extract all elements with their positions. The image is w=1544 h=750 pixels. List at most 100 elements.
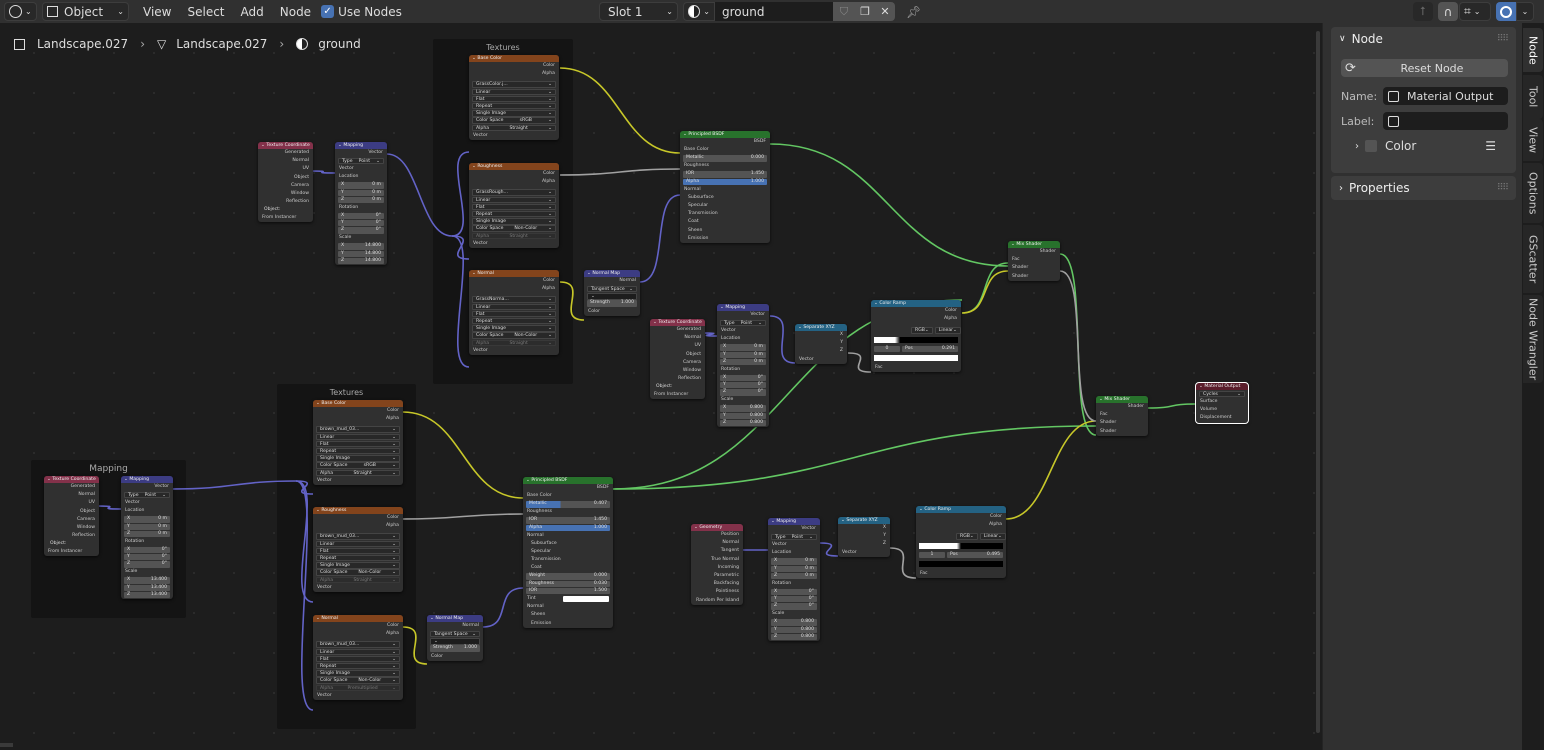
- value-field[interactable]: Y 0 m: [338, 189, 384, 196]
- image-selector[interactable]: brown_mud_03... ⌄: [316, 641, 400, 648]
- tab-gscatter[interactable]: GScatter: [1523, 225, 1543, 293]
- mapping-node[interactable]: ⌄ Mapping Vector Type Point ⌄ Vector Location X…: [335, 142, 387, 265]
- node-header[interactable]: ⌄ Normal Map: [427, 615, 483, 622]
- reset-node-button[interactable]: ⟳ Reset Node: [1341, 59, 1508, 77]
- stop-position-field[interactable]: Pos 0.495: [947, 551, 1003, 559]
- node-header[interactable]: ⌄ Separate XYZ: [795, 324, 847, 331]
- color-mode-dropdown[interactable]: RGB ⌄: [956, 533, 978, 540]
- interpolation-dropdown[interactable]: Linear ⌄: [979, 533, 1006, 540]
- panel-toggle[interactable]: Emission: [523, 620, 613, 628]
- color-mode-dropdown[interactable]: RGB ⌄: [911, 327, 933, 334]
- value-field[interactable]: X 0 m: [124, 516, 170, 523]
- node-header[interactable]: ⌄ Geometry: [691, 524, 743, 531]
- panel-toggle[interactable]: Coat: [680, 218, 770, 226]
- value-field[interactable]: Y 0°: [771, 596, 817, 603]
- color-ramp-gradient[interactable]: [874, 336, 958, 343]
- duplicate-material-button[interactable]: ❐: [855, 2, 875, 21]
- alpha-mode-dropdown[interactable]: Alpha Straight ⌄: [472, 232, 556, 239]
- node-link[interactable]: [769, 143, 1009, 267]
- panel-toggle[interactable]: Sheen: [680, 227, 770, 235]
- node-header[interactable]: ⌄ Base Color: [469, 55, 559, 62]
- node-header[interactable]: ⌄ Roughness: [469, 163, 559, 170]
- ior-field[interactable]: IOR 1.450: [526, 517, 610, 524]
- geometry-node[interactable]: ⌄ Geometry Position Normal Tangent True Norm…: [691, 524, 743, 605]
- node-header[interactable]: ⌄ Color Ramp: [916, 506, 1006, 513]
- from-instancer-checkbox[interactable]: From Instancer: [44, 548, 99, 556]
- ext-dropdown[interactable]: Repeat ⌄: [472, 210, 556, 218]
- color-space-dropdown[interactable]: Color Space Non-Color ⌄: [316, 569, 400, 576]
- stop-position-field[interactable]: Pos 0.291: [902, 345, 958, 353]
- coat-roughness-field[interactable]: Roughness 0.030: [526, 580, 610, 588]
- value-field[interactable]: Y 0.800: [771, 626, 817, 634]
- tab-node[interactable]: Node: [1523, 28, 1543, 72]
- image-selector[interactable]: GrassNorma... ⌄: [472, 296, 556, 303]
- slot-selector[interactable]: Slot 1 ⌄: [599, 2, 678, 21]
- value-field[interactable]: Y 0 m: [720, 351, 766, 358]
- interpolation-dropdown[interactable]: Linear ⌄: [934, 327, 961, 334]
- drag-handle-icon[interactable]: ⠿⠿: [1497, 183, 1509, 193]
- tab-options[interactable]: Options: [1523, 163, 1543, 223]
- tab-node-wrangler[interactable]: Node Wrangler: [1523, 295, 1543, 383]
- mode-selector[interactable]: Object ⌄: [42, 2, 129, 21]
- unlink-material-button[interactable]: ✕: [875, 2, 895, 21]
- image-texture-node[interactable]: ⌄ Base Color Color Alpha brown_mud_03... ⌄ Li…: [313, 400, 403, 485]
- image-selector[interactable]: GrassRough... ⌄: [472, 189, 556, 196]
- proj-dropdown[interactable]: Flat ⌄: [472, 95, 556, 103]
- mix-shader-node[interactable]: ⌄ Mix Shader Shader Fac Shader Shader: [1008, 241, 1060, 281]
- node-header[interactable]: ⌄ Mix Shader: [1008, 241, 1060, 248]
- stop-color-swatch[interactable]: [874, 355, 958, 362]
- node-header[interactable]: ⌄ Separate XYZ: [838, 517, 890, 524]
- uv-map-field[interactable]: ⌄: [587, 293, 637, 300]
- node-link[interactable]: [559, 168, 681, 176]
- panel-toggle[interactable]: Sheen: [523, 611, 613, 619]
- ior-field[interactable]: IOR 1.450: [683, 171, 767, 178]
- mapping-node[interactable]: ⌄ Mapping Vector Type Point ⌄ Vector Location X…: [121, 476, 173, 599]
- editor-type-selector[interactable]: ⌄: [4, 2, 37, 21]
- value-field[interactable]: Z 14.800: [338, 257, 384, 265]
- color-ramp-node[interactable]: ⌄ Color Ramp Color Alpha RGB ⌄ Linear ⌄ 0 Pos 0.2…: [871, 300, 961, 373]
- principled-bsdf-node[interactable]: ⌄ Principled BSDF BSDF Base Color Metallic 0…: [523, 477, 613, 628]
- ext-dropdown[interactable]: Repeat ⌄: [316, 662, 400, 670]
- interp-dropdown[interactable]: Linear ⌄: [316, 540, 400, 547]
- value-field[interactable]: X 0°: [338, 212, 384, 220]
- separate-xyz-node[interactable]: ⌄ Separate XYZ X Y Z Vector: [795, 324, 847, 364]
- node-header[interactable]: ⌄ Mix Shader: [1096, 396, 1148, 403]
- image-texture-node[interactable]: ⌄ Normal Color Alpha brown_mud_03... ⌄ Linear…: [313, 615, 403, 700]
- separate-xyz-node[interactable]: ⌄ Separate XYZ X Y Z Vector: [838, 517, 890, 557]
- proj-dropdown[interactable]: Flat ⌄: [472, 310, 556, 318]
- menu-view[interactable]: View: [135, 5, 179, 19]
- node-link[interactable]: [309, 170, 336, 174]
- node-name-field[interactable]: Material Output: [1383, 87, 1508, 105]
- node-header[interactable]: ⌄ Normal Map: [584, 270, 640, 277]
- node-link[interactable]: [889, 547, 917, 579]
- value-field[interactable]: X 0.800: [771, 619, 817, 626]
- node-link[interactable]: [1059, 253, 1097, 436]
- proj-dropdown[interactable]: Flat ⌄: [316, 655, 400, 663]
- panel-toggle[interactable]: Emission: [680, 235, 770, 243]
- node-link[interactable]: [612, 425, 1097, 490]
- value-field[interactable]: Y 0 m: [771, 565, 817, 572]
- value-field[interactable]: Z 13.400: [124, 591, 170, 599]
- node-link[interactable]: [961, 270, 1009, 314]
- node-link[interactable]: [769, 315, 796, 364]
- color-space-dropdown[interactable]: Color Space Non-Color ⌄: [316, 677, 400, 684]
- value-field[interactable]: Z 0°: [771, 603, 817, 610]
- node-header[interactable]: ⌄ Texture Coordinate: [650, 319, 705, 326]
- strength-field[interactable]: Strength 1.000: [587, 300, 637, 307]
- coat-ior-field[interactable]: IOR 1.500: [526, 587, 610, 595]
- node-link[interactable]: [702, 332, 718, 337]
- interp-dropdown[interactable]: Linear ⌄: [472, 303, 556, 310]
- object-field[interactable]: Object:: [653, 384, 702, 390]
- list-menu-icon[interactable]: ☰: [1485, 139, 1496, 153]
- color-space-dropdown[interactable]: Color Space sRGB ⌄: [316, 462, 400, 469]
- node-header[interactable]: ⌄ Texture Coordinate: [44, 476, 99, 483]
- stop-index-field[interactable]: 1: [919, 551, 945, 559]
- node-header[interactable]: ⌄ Mapping: [335, 142, 387, 149]
- node-link[interactable]: [1147, 403, 1197, 409]
- image-selector[interactable]: brown_mud_03... ⌄: [316, 426, 400, 433]
- node-link[interactable]: [1059, 270, 1097, 422]
- mapping-node[interactable]: ⌄ Mapping Vector Type Point ⌄ Vector Location X…: [717, 304, 769, 427]
- value-field[interactable]: X 0°: [124, 546, 170, 554]
- node-link[interactable]: [559, 67, 681, 154]
- node-link[interactable]: [819, 542, 839, 557]
